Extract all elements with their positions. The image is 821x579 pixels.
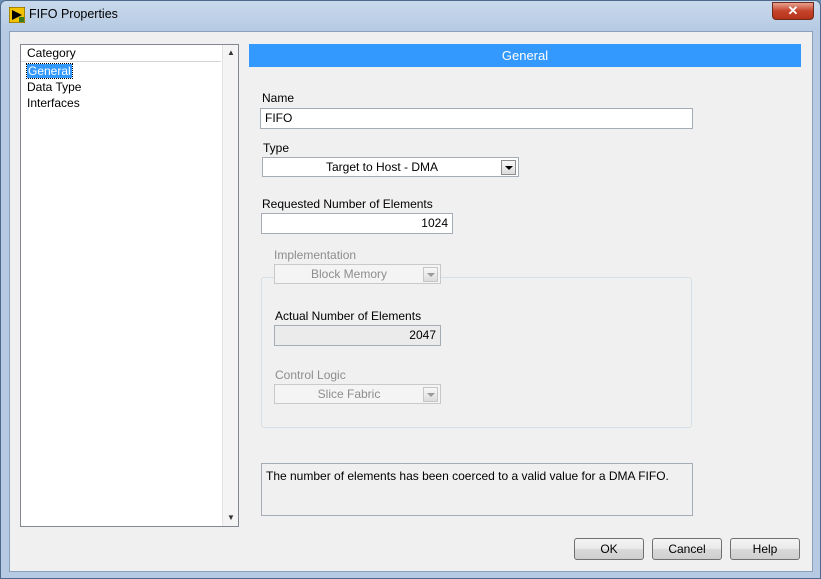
category-scrollbar[interactable]: ▲ ▼ <box>222 45 238 526</box>
control-logic-dropdown-button <box>423 387 438 402</box>
type-selected-value: Target to Host - DMA <box>325 160 439 174</box>
category-header: Category <box>21 45 221 62</box>
ok-button[interactable]: OK <box>574 538 644 560</box>
chevron-down-icon <box>427 393 435 397</box>
window-title: FIFO Properties <box>29 7 118 21</box>
category-list[interactable]: Category General Data Type Interfaces ▲ … <box>20 44 239 527</box>
section-title: General <box>249 44 801 67</box>
requested-elements-input[interactable]: 1024 <box>261 213 453 234</box>
category-item-data-type[interactable]: Data Type <box>25 79 221 95</box>
implementation-selected-value: Block Memory <box>310 267 387 281</box>
category-item-label: Interfaces <box>27 96 80 110</box>
chevron-down-icon <box>505 166 513 170</box>
help-button[interactable]: Help <box>730 538 800 560</box>
name-label: Name <box>262 91 295 105</box>
implementation-group <box>261 277 692 428</box>
scroll-up-arrow-icon[interactable]: ▲ <box>223 45 239 61</box>
labview-icon <box>9 7 25 23</box>
control-logic-selected-value: Slice Fabric <box>317 387 381 401</box>
status-message: The number of elements has been coerced … <box>261 463 693 516</box>
control-logic-dropdown: Slice Fabric <box>274 384 441 404</box>
type-dropdown[interactable]: Target to Host - DMA <box>262 157 519 177</box>
close-icon: ✕ <box>787 3 799 18</box>
category-item-interfaces[interactable]: Interfaces <box>25 95 221 111</box>
implementation-dropdown-button <box>423 267 438 282</box>
implementation-dropdown: Block Memory <box>274 264 441 284</box>
type-label: Type <box>263 141 290 155</box>
cancel-button[interactable]: Cancel <box>652 538 722 560</box>
requested-elements-label: Requested Number of Elements <box>262 197 433 211</box>
close-button[interactable]: ✕ <box>772 2 814 20</box>
category-item-label: General <box>26 63 73 79</box>
scroll-down-arrow-icon[interactable]: ▼ <box>223 510 239 526</box>
actual-elements-value: 2047 <box>274 325 441 346</box>
name-input[interactable]: FIFO <box>260 108 693 129</box>
control-logic-label: Control Logic <box>275 368 346 382</box>
title-bar[interactable]: FIFO Properties ✕ <box>1 1 820 29</box>
type-dropdown-button[interactable] <box>501 160 516 175</box>
implementation-label: Implementation <box>274 248 357 262</box>
chevron-down-icon <box>427 273 435 277</box>
category-item-label: Data Type <box>27 80 82 94</box>
category-item-general[interactable]: General <box>25 63 221 79</box>
actual-elements-label: Actual Number of Elements <box>275 309 422 323</box>
